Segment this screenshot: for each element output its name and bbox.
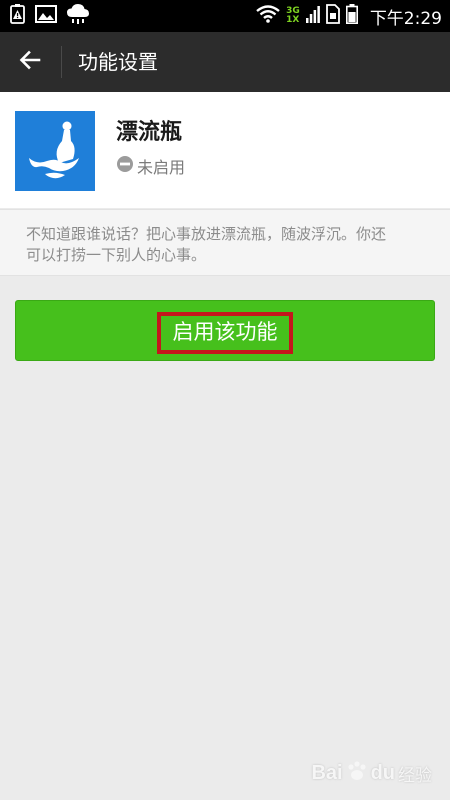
clock: 下午2:29: [369, 8, 442, 29]
watermark-suffix: 经验: [398, 765, 432, 786]
enable-feature-button[interactable]: 启用该功能: [15, 300, 435, 361]
enable-feature-label: 启用该功能: [172, 320, 278, 344]
status-bar: 3G 1X 下午2:29: [0, 0, 450, 32]
status-system: 3G 1X 下午2:29: [256, 4, 442, 29]
page-title: 功能设置: [78, 50, 158, 74]
feature-status-text: 未启用: [137, 158, 186, 177]
header-divider: [61, 46, 62, 78]
feature-status: 未启用: [116, 155, 186, 177]
arrow-left-icon: [19, 50, 41, 74]
watermark-brand-b: du: [370, 761, 395, 784]
feature-card: 漂流瓶 未启用: [0, 92, 450, 208]
drift-bottle-icon: [15, 111, 95, 191]
watermark-brand-a: Bai: [311, 761, 343, 784]
status-notifications: [10, 4, 90, 28]
description-block: 不知道跟谁说话？把心事放进漂流瓶，随波浮沉。你还可以打捞一下别人的心事。: [0, 209, 450, 276]
feature-description: 不知道跟谁说话？把心事放进漂流瓶，随波浮沉。你还可以打捞一下别人的心事。: [26, 225, 387, 264]
wifi-icon: [256, 5, 280, 27]
signal-icon: [305, 4, 320, 28]
highlight-box: 启用该功能: [157, 312, 293, 354]
network-bottom-label: 1X: [286, 15, 300, 25]
sim-card-icon: [325, 4, 340, 28]
disabled-icon: [116, 155, 134, 177]
baidu-watermark: Bai du 经验: [311, 758, 432, 788]
battery-icon: [345, 4, 358, 28]
image-icon: [35, 5, 57, 27]
network-type-label: 3G 1X: [286, 7, 300, 25]
action-bar: 功能设置: [0, 32, 450, 92]
rain-cloud-icon: [66, 3, 90, 29]
feature-name: 漂流瓶: [116, 120, 183, 145]
warning-icon: [10, 4, 26, 28]
back-button[interactable]: [10, 42, 50, 82]
paw-icon: [346, 760, 368, 786]
